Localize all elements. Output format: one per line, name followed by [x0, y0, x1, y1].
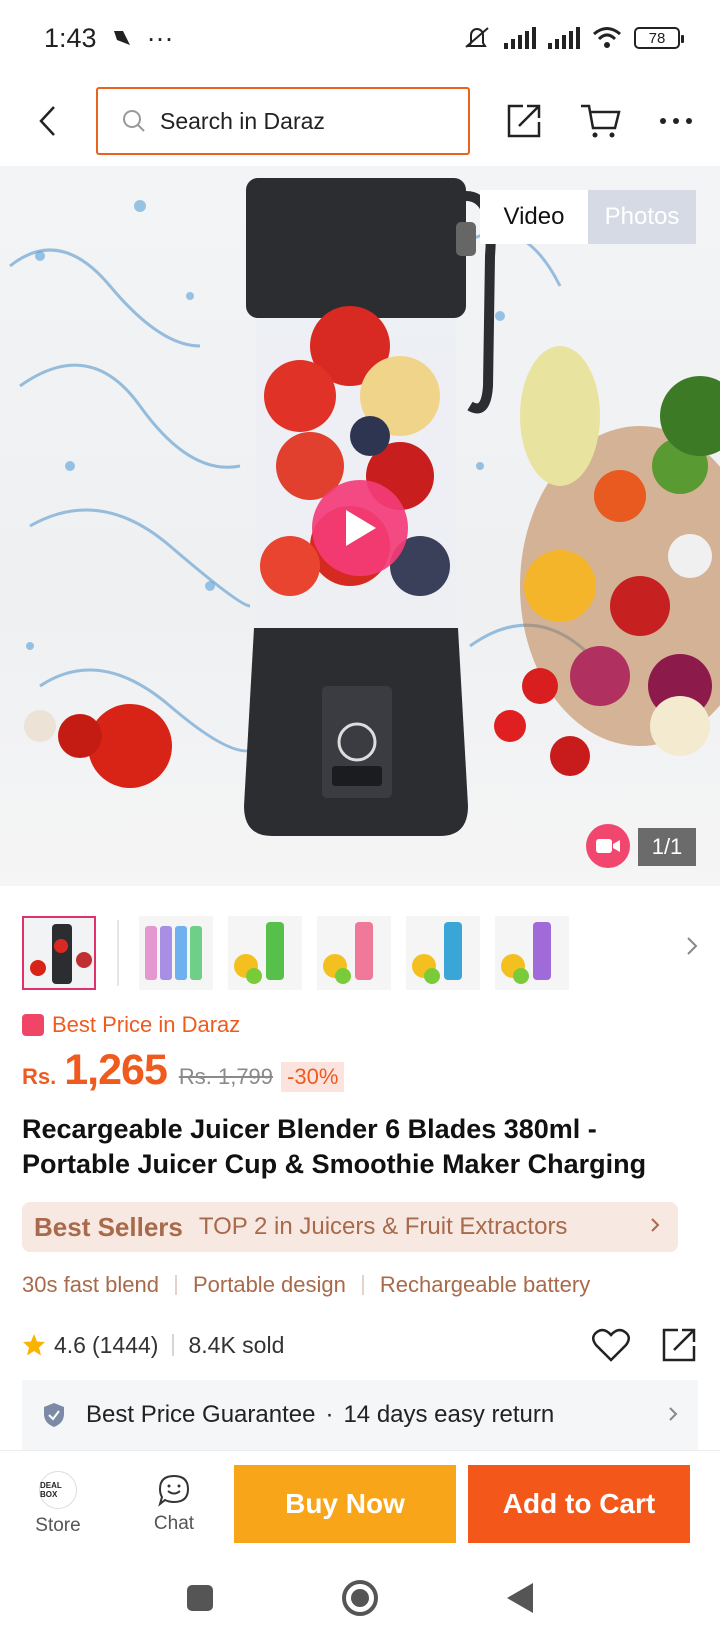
original-price: Rs. 1,799 [178, 1064, 274, 1089]
signal-icon [504, 27, 536, 49]
best-sellers-label: Best Sellers [34, 1211, 183, 1242]
thumbnails-next-button[interactable] [686, 936, 698, 961]
rating-score[interactable]: 4.6 [54, 1332, 86, 1359]
status-bar: 1:43 ··· 78 [0, 0, 720, 76]
store-logo: DEAL BOX [39, 1470, 77, 1509]
rating-count[interactable]: (1444) [92, 1332, 158, 1359]
best-sellers-text: TOP 2 in Juicers & Fruit Extractors [198, 1213, 568, 1240]
current-price: 1,265 [64, 1046, 168, 1094]
thumbnail-3[interactable] [228, 916, 302, 990]
chat-button[interactable]: Chat [116, 1473, 232, 1535]
battery-level: 78 [648, 29, 666, 47]
guarantee-text-2: 14 days easy return [343, 1401, 555, 1428]
thumbnail-6[interactable] [495, 916, 569, 990]
thumbnail-strip [0, 906, 720, 1000]
share-icon [507, 104, 541, 138]
product-image-gallery[interactable]: Video Photos 1/1 [0, 166, 720, 886]
home-icon[interactable] [341, 1579, 379, 1617]
chevron-right-icon [687, 937, 698, 955]
shield-check-icon [44, 1403, 64, 1427]
add-to-cart-button[interactable]: Add to Cart [468, 1464, 690, 1543]
discount-badge: -30% [281, 1062, 345, 1092]
mute-vibrate-icon [465, 27, 489, 48]
bottom-action-bar: DEAL BOX Store Chat Buy Now Add to Cart [0, 1450, 720, 1556]
thumbnail-image [501, 922, 551, 984]
cart-button[interactable] [562, 78, 638, 164]
wifi-icon [593, 27, 621, 48]
best-price-tag: Best Price in Daraz [22, 1012, 240, 1038]
chat-icon [158, 1474, 190, 1507]
play-button[interactable] [312, 480, 408, 576]
more-notifications-dots: ··· [146, 22, 174, 53]
thumbnail-4[interactable] [317, 916, 391, 990]
thumbnail-5[interactable] [406, 916, 480, 990]
currency: Rs. [22, 1064, 57, 1089]
sold-count: 8.4K sold [188, 1331, 285, 1358]
store-button[interactable]: DEAL BOX Store [0, 1470, 116, 1537]
guarantee-text-1: Best Price Guarantee [86, 1401, 316, 1428]
more-menu-button[interactable] [638, 78, 714, 164]
signal-icon-2 [548, 27, 580, 49]
search-input[interactable]: Search in Daraz [96, 87, 470, 155]
price-tag-icon [22, 1014, 44, 1036]
thumbnail-1[interactable] [22, 916, 96, 990]
image-counter: 1/1 [638, 828, 696, 866]
store-logo-text: DEAL BOX [40, 1480, 62, 1499]
guarantee-row[interactable]: Best Price Guarantee · 14 days easy retu… [22, 1380, 698, 1450]
play-icon [346, 510, 376, 546]
more-dots-icon [660, 118, 692, 124]
system-nav-bar [0, 1556, 720, 1640]
thumbnail-image [234, 922, 284, 984]
best-price-label: Best Price in Daraz [52, 1012, 241, 1037]
feature-highlights: 30s fast blend Portable design Rechargea… [22, 1272, 590, 1298]
feature-divider [174, 1275, 177, 1295]
video-badge[interactable] [586, 824, 630, 868]
cart-icon [581, 104, 621, 138]
back-icon[interactable] [505, 1581, 535, 1615]
back-button[interactable] [0, 78, 96, 164]
product-title: Recargeable Juicer Blender 6 Blades 380m… [22, 1114, 647, 1179]
rating-divider [172, 1334, 175, 1356]
feature-item: Portable design [192, 1272, 346, 1297]
guarantee-separator: · [325, 1401, 334, 1428]
media-tabs: Video Photos [480, 190, 696, 244]
video-camera-icon [596, 839, 620, 853]
search-placeholder: Search in Daraz [160, 107, 325, 134]
chat-label: Chat [153, 1512, 195, 1534]
thumbnail-divider [117, 920, 119, 986]
share-button[interactable] [486, 78, 562, 164]
heart-icon[interactable] [592, 1328, 630, 1362]
search-icon [123, 110, 145, 132]
feature-item: Rechargeable battery [379, 1272, 591, 1297]
battery-icon: 78 [634, 27, 684, 49]
feature-item: 30s fast blend [22, 1272, 159, 1297]
tab-photos[interactable]: Photos [588, 190, 696, 244]
star-icon [23, 1334, 45, 1356]
top-bar: Search in Daraz [0, 78, 720, 164]
recents-icon[interactable] [185, 1583, 215, 1613]
notification-icon [113, 31, 130, 45]
thumbnail-image [145, 926, 202, 980]
clock: 1:43 [44, 22, 97, 53]
chevron-right-icon [668, 1401, 678, 1429]
thumbnail-image [323, 922, 373, 984]
best-sellers-banner[interactable]: Best Sellers TOP 2 in Juicers & Fruit Ex… [22, 1202, 678, 1252]
thumbnail-image [412, 922, 462, 984]
buy-now-button[interactable]: Buy Now [234, 1464, 456, 1543]
share-icon[interactable] [660, 1326, 698, 1364]
price-row: Rs. 1,265 Rs. 1,799 -30% [22, 1046, 345, 1095]
tab-video[interactable]: Video [480, 190, 588, 244]
thumbnail-2[interactable] [139, 916, 213, 990]
rating-row: 4.6 (1444) 8.4K sold [22, 1322, 698, 1368]
store-label: Store [35, 1514, 81, 1536]
feature-divider [361, 1275, 364, 1295]
chevron-left-icon [39, 106, 55, 136]
chevron-right-icon [650, 1217, 660, 1238]
thumbnail-image [24, 918, 94, 988]
